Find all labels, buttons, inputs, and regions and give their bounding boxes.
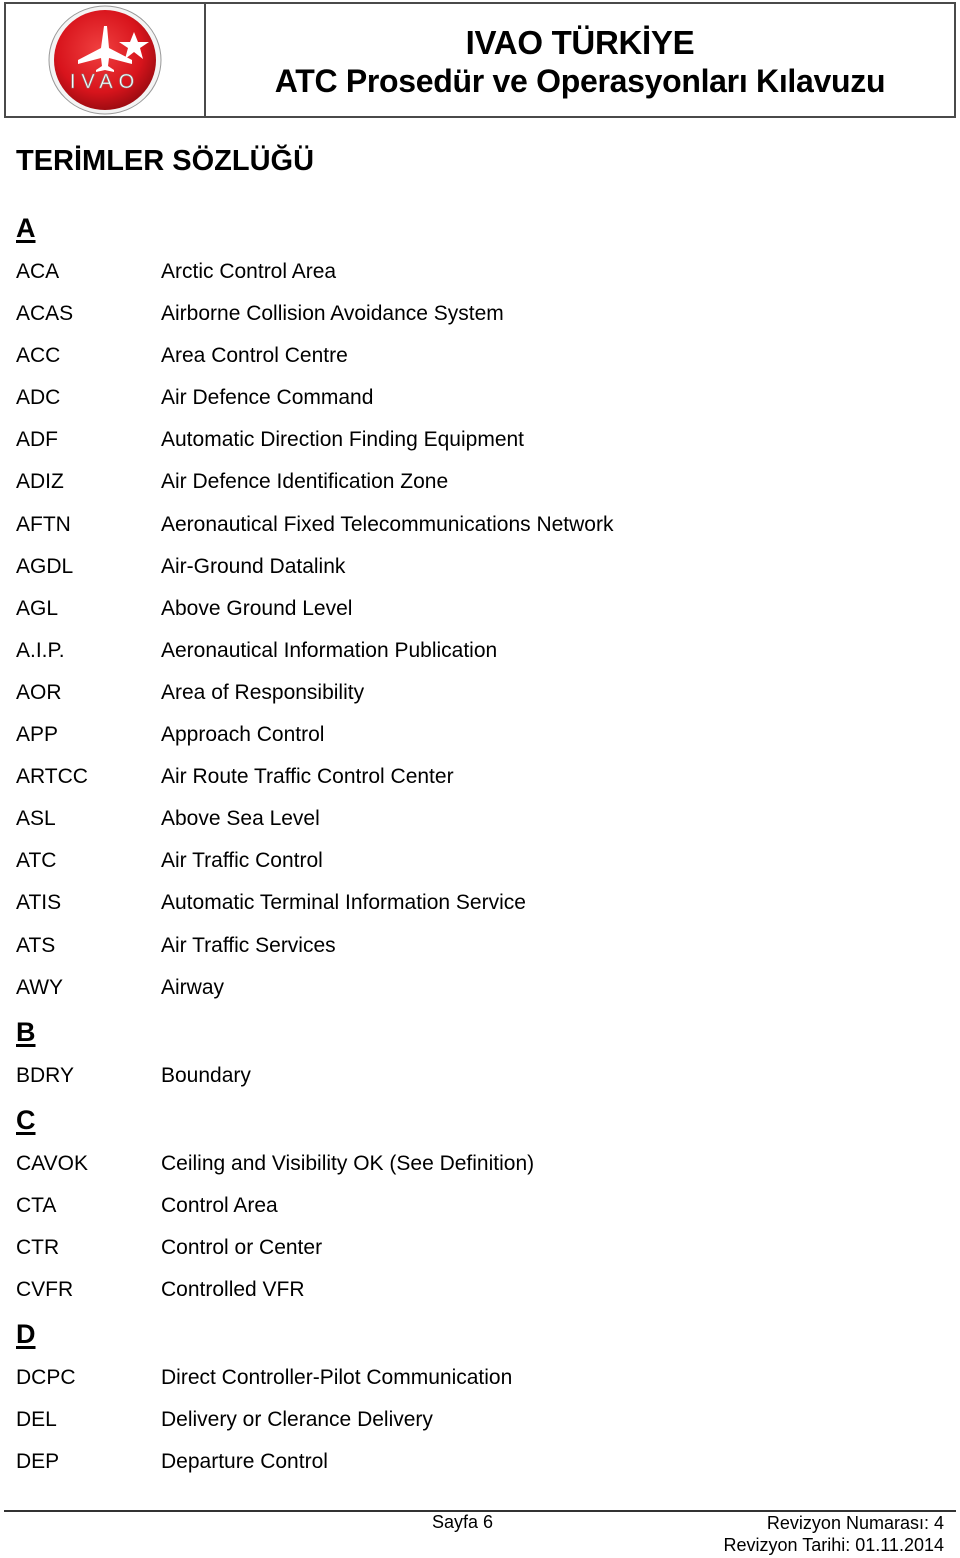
section-letter-c: C bbox=[16, 1104, 36, 1135]
glossary-term-row: ATIS Automatic Terminal Information Servi… bbox=[16, 882, 936, 924]
glossary-term-row: AFTN Aeronautical Fixed Telecommunication… bbox=[16, 504, 936, 546]
glossary-term-row: ACA Arctic Control Area bbox=[16, 251, 936, 293]
term-abbreviation: APP bbox=[16, 723, 59, 747]
term-abbreviation: AGL bbox=[16, 596, 59, 620]
term-abbreviation: CAVOK bbox=[16, 1151, 88, 1175]
term-definition: Control Area bbox=[161, 1193, 278, 1217]
glossary-term-row: AOR Area of Responsibility bbox=[16, 672, 936, 714]
glossary-term-row: ADF Automatic Direction Finding Equipment bbox=[16, 419, 936, 461]
organization-title: IVAO TÜRKİYE bbox=[465, 24, 695, 61]
term-abbreviation: ATIS bbox=[16, 891, 62, 915]
term-abbreviation: ADF bbox=[16, 428, 58, 452]
glossary-term-row: ATS Air Traffic Services bbox=[16, 925, 936, 967]
term-definition: Delivery or Clerance Delivery bbox=[161, 1408, 433, 1432]
term-abbreviation: DEL bbox=[16, 1408, 57, 1432]
term-abbreviation: AWY bbox=[16, 975, 64, 999]
term-definition: Controlled VFR bbox=[161, 1278, 305, 1302]
glossary-term-row: AWY Airway bbox=[16, 967, 936, 1009]
glossary-term-row: ADC Air Defence Command bbox=[16, 377, 936, 419]
glossary-term-row: APP Approach Control bbox=[16, 714, 936, 756]
svg-text:IVAO: IVAO bbox=[70, 71, 140, 93]
term-definition: Approach Control bbox=[161, 723, 325, 747]
glossary-term-row: DEL Delivery or Clerance Delivery bbox=[16, 1399, 936, 1441]
glossary-term-row: CAVOK Ceiling and Visibility OK (See Defi… bbox=[16, 1143, 936, 1185]
revision-number: Revizyon Numarası: 4 bbox=[766, 1513, 944, 1533]
term-abbreviation: A.I.P. bbox=[16, 638, 65, 662]
revision-info: Revizyon Numarası: 4 Revizyon Tarihi: 01… bbox=[724, 1512, 944, 1556]
page-title: TERİMLER SÖZLÜĞÜ bbox=[16, 145, 315, 177]
term-definition: Air Defence Command bbox=[161, 386, 374, 410]
glossary-term-row: BDRY Boundary bbox=[16, 1055, 936, 1097]
term-abbreviation: ARTCC bbox=[16, 765, 88, 789]
term-abbreviation: DCPC bbox=[16, 1366, 76, 1390]
term-definition: Air Defence Identification Zone bbox=[161, 470, 449, 494]
glossary-term-row: ACC Area Control Centre bbox=[16, 335, 936, 377]
term-abbreviation: ATS bbox=[16, 933, 56, 957]
ivao-turkey-logo-icon: IVAO bbox=[48, 5, 162, 115]
term-abbreviation: ATC bbox=[16, 849, 57, 873]
term-definition: Above Ground Level bbox=[161, 596, 353, 620]
glossary-term-row: CVFR Controlled VFR bbox=[16, 1269, 936, 1311]
section-letter-a: A bbox=[16, 213, 36, 243]
term-abbreviation: DEP bbox=[16, 1450, 60, 1474]
term-definition: Aeronautical Fixed Telecommunications Ne… bbox=[161, 512, 614, 536]
term-definition: Ceiling and Visibility OK (See Definitio… bbox=[161, 1151, 535, 1175]
term-abbreviation: ADC bbox=[16, 386, 61, 410]
glossary-term-row: DEP Departure Control bbox=[16, 1441, 936, 1483]
document-title: ATC Prosedür ve Operasyonları Kılavuzu bbox=[274, 63, 886, 99]
term-definition: Aeronautical Information Publication bbox=[161, 638, 498, 662]
term-definition: Direct Controller-Pilot Communication bbox=[161, 1366, 513, 1390]
term-definition: Boundary bbox=[161, 1063, 251, 1087]
term-abbreviation: ASL bbox=[16, 807, 56, 831]
section-letter-b: B bbox=[16, 1016, 36, 1047]
term-abbreviation: AGDL bbox=[16, 554, 74, 578]
term-abbreviation: BDRY bbox=[16, 1063, 74, 1087]
page-number: Sayfa 6 bbox=[432, 1512, 494, 1532]
term-abbreviation: AFTN bbox=[16, 512, 71, 536]
term-definition: Departure Control bbox=[161, 1450, 328, 1474]
term-abbreviation: AOR bbox=[16, 680, 62, 704]
term-abbreviation: ACC bbox=[16, 344, 61, 368]
term-definition: Airway bbox=[161, 975, 225, 999]
term-abbreviation: CTA bbox=[16, 1193, 57, 1217]
term-definition: Area of Responsibility bbox=[161, 680, 365, 704]
glossary-term-row: CTR Control or Center bbox=[16, 1227, 936, 1269]
term-abbreviation: ACA bbox=[16, 260, 60, 283]
glossary-term-row: CTA Control Area bbox=[16, 1185, 936, 1227]
section-letter-d: D bbox=[16, 1319, 36, 1350]
header-title-block: IVAO TÜRKİYE ATC Prosedür ve Operasyonla… bbox=[206, 4, 954, 116]
glossary-term-row: ACAS Airborne Collision Avoidance System bbox=[16, 293, 936, 335]
glossary-term-row: DCPC Direct Controller-Pilot Communicatio… bbox=[16, 1357, 936, 1399]
document-header: IVAO IVAO TÜRKİYE ATC Prosedür ve Operas… bbox=[4, 2, 956, 118]
revision-date: Revizyon Tarihi: 01.11.2014 bbox=[723, 1535, 944, 1555]
term-definition: Area Control Centre bbox=[161, 344, 348, 368]
glossary-term-row: ASL Above Sea Level bbox=[16, 798, 936, 840]
term-definition: Air Traffic Control bbox=[161, 849, 323, 873]
glossary: A ACA Arctic Control Area ACAS Airborne Coll… bbox=[16, 205, 936, 1483]
term-abbreviation: ADIZ bbox=[16, 470, 64, 494]
term-definition: Air Route Traffic Control Center bbox=[161, 765, 454, 789]
term-definition: Automatic Direction Finding Equipment bbox=[161, 428, 525, 452]
glossary-term-row: AGL Above Ground Level bbox=[16, 588, 936, 630]
term-definition: Airborne Collision Avoidance System bbox=[161, 302, 504, 326]
term-definition: Control or Center bbox=[161, 1235, 323, 1259]
term-definition: Air Traffic Services bbox=[161, 933, 336, 957]
glossary-term-row: A.I.P. Aeronautical Information Publicati… bbox=[16, 630, 936, 672]
term-abbreviation: ACAS bbox=[16, 302, 74, 326]
term-definition: Automatic Terminal Information Service bbox=[161, 891, 526, 915]
glossary-term-row: AGDL Air-Ground Datalink bbox=[16, 546, 936, 588]
term-definition: Above Sea Level bbox=[161, 807, 320, 831]
glossary-term-row: ADIZ Air Defence Identification Zone bbox=[16, 461, 936, 503]
term-definition: Air-Ground Datalink bbox=[161, 554, 346, 578]
term-definition: Arctic Control Area bbox=[161, 260, 337, 283]
term-abbreviation: CTR bbox=[16, 1235, 60, 1259]
glossary-term-row: ATC Air Traffic Control bbox=[16, 840, 936, 882]
term-abbreviation: CVFR bbox=[16, 1278, 74, 1302]
glossary-term-row: ARTCC Air Route Traffic Control Center bbox=[16, 756, 936, 798]
logo-cell: IVAO bbox=[6, 4, 206, 116]
